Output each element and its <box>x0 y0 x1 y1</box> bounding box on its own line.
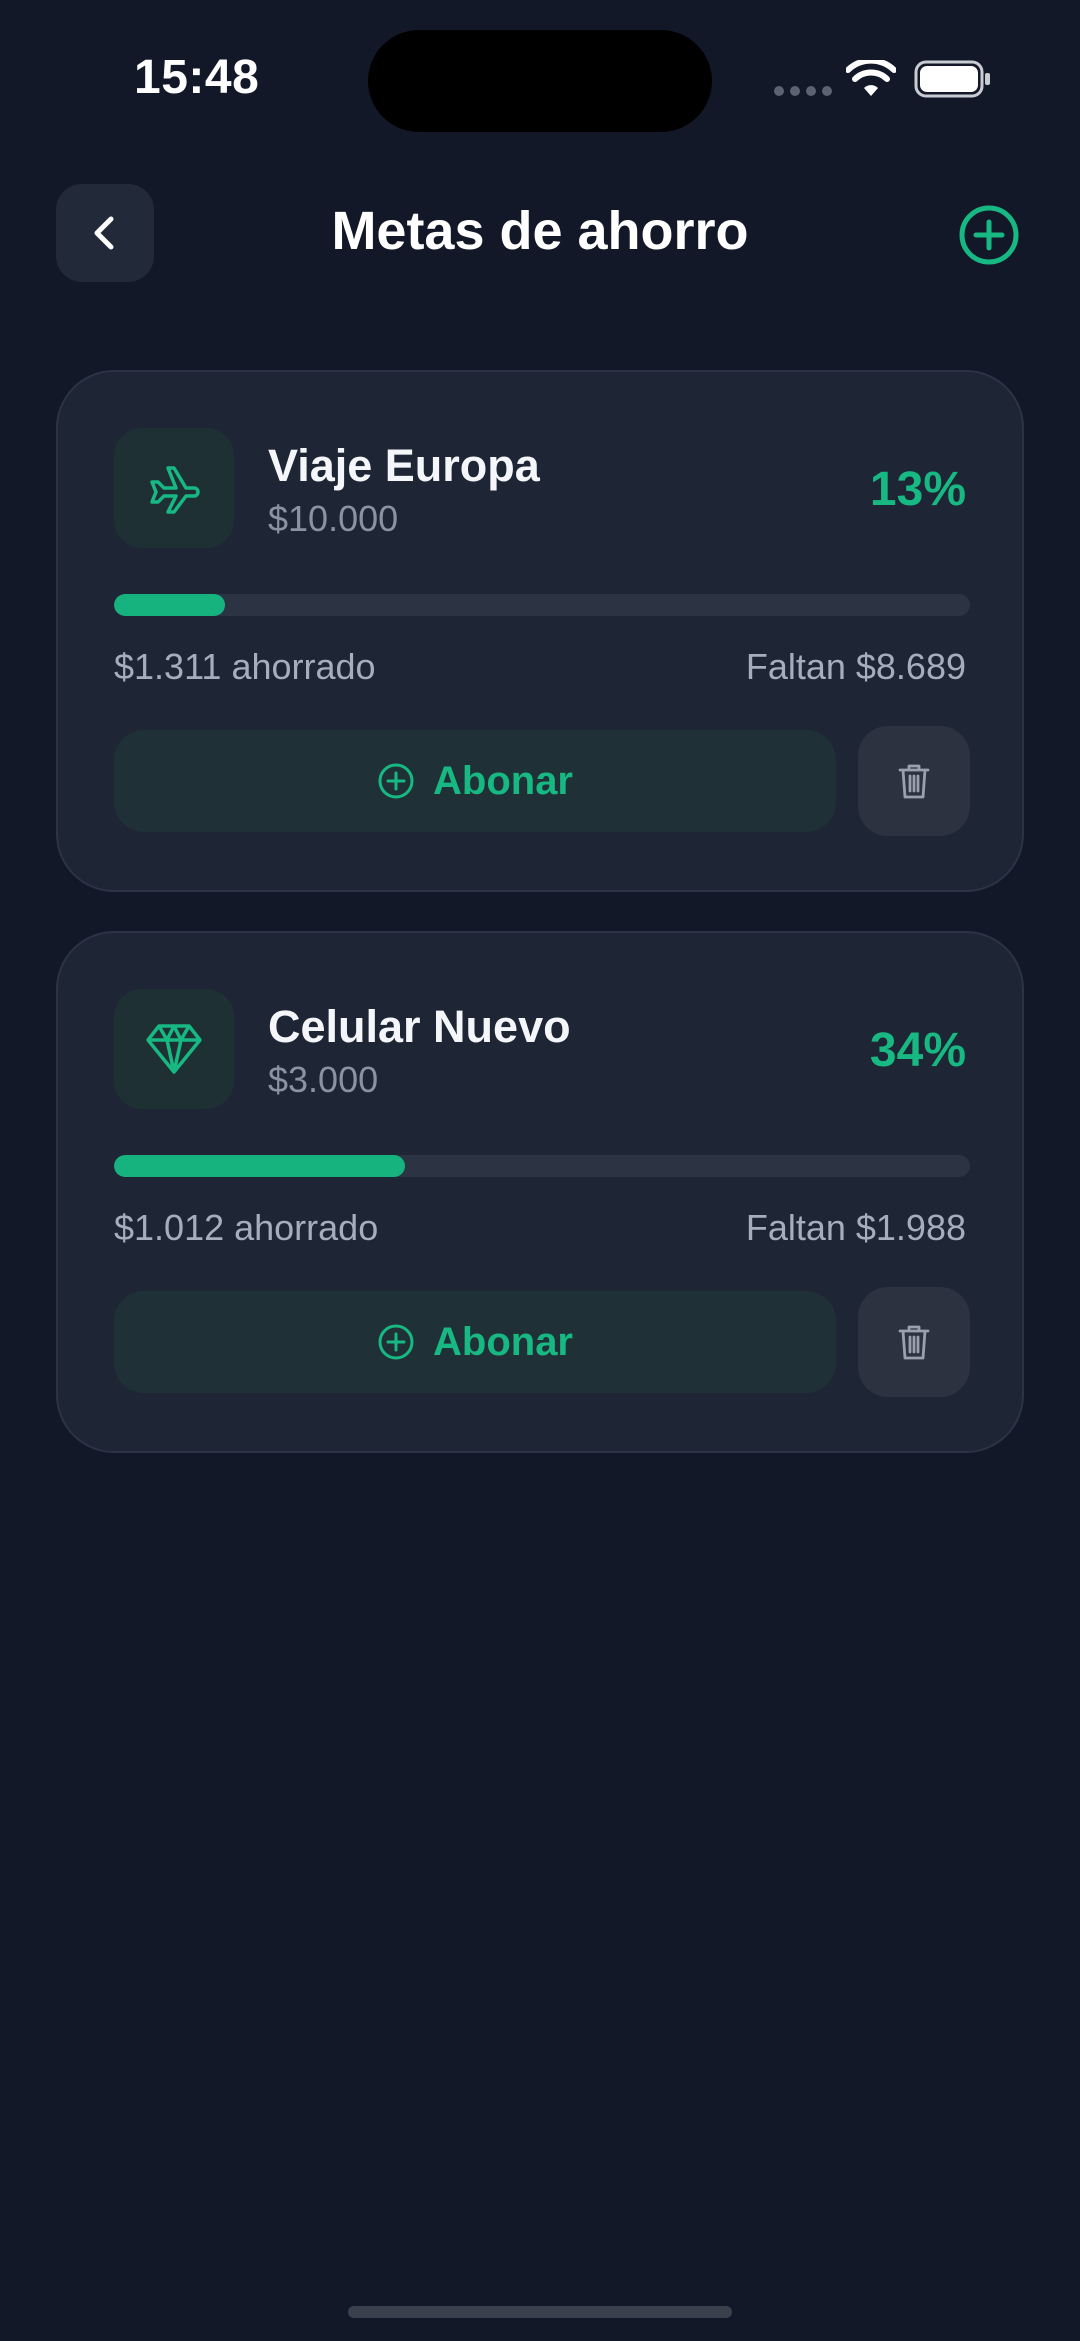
deposit-button[interactable]: Abonar <box>114 730 836 832</box>
goal-icon-container <box>114 428 234 548</box>
plus-circle-icon <box>378 763 414 799</box>
status-time: 15:48 <box>134 51 260 104</box>
trash-icon <box>898 1325 930 1360</box>
progress-fill <box>114 1155 406 1177</box>
deposit-label: Abonar <box>433 758 573 803</box>
airplane-icon <box>150 466 200 514</box>
battery-icon <box>914 60 990 98</box>
remaining-amount: Faltan $1.988 <box>745 1207 966 1248</box>
deposit-button[interactable]: Abonar <box>114 1291 836 1393</box>
goal-card: Viaje Europa $10.000 13% $1.311 ahorrado… <box>56 370 1024 892</box>
diamond-icon <box>146 1024 202 1074</box>
home-indicator <box>348 2306 732 2318</box>
savings-goals-screen: 15:48 Metas de ahorro Viaje Europa $10.0… <box>0 0 1080 2341</box>
goal-percent: 13% <box>869 463 966 516</box>
remaining-amount: Faltan $8.689 <box>745 646 966 687</box>
saved-amount: $1.012 ahorrado <box>114 1207 379 1248</box>
delete-button[interactable] <box>858 726 970 836</box>
cellular-signal-icon <box>774 86 832 96</box>
delete-button[interactable] <box>858 1287 970 1397</box>
goal-target-amount: $3.000 <box>268 1059 379 1100</box>
goal-icon-container <box>114 989 234 1109</box>
goal-name: Celular Nuevo <box>268 1001 571 1052</box>
goal-name: Viaje Europa <box>268 440 540 491</box>
goal-percent: 34% <box>869 1024 966 1077</box>
trash-icon <box>898 764 930 799</box>
goal-target-amount: $10.000 <box>268 498 399 539</box>
progress-track <box>114 594 970 616</box>
page-title: Metas de ahorro <box>331 201 749 261</box>
progress-track <box>114 1155 970 1177</box>
plus-circle-icon <box>378 1324 414 1360</box>
deposit-label: Abonar <box>433 1319 573 1364</box>
progress-fill <box>114 594 226 616</box>
plus-circle-icon <box>959 205 1019 265</box>
add-goal-button[interactable] <box>958 204 1020 266</box>
goal-card: Celular Nuevo $3.000 34% $1.012 ahorrado… <box>56 931 1024 1453</box>
wifi-icon <box>846 60 896 96</box>
dynamic-island <box>368 30 712 132</box>
saved-amount: $1.311 ahorrado <box>114 646 376 687</box>
